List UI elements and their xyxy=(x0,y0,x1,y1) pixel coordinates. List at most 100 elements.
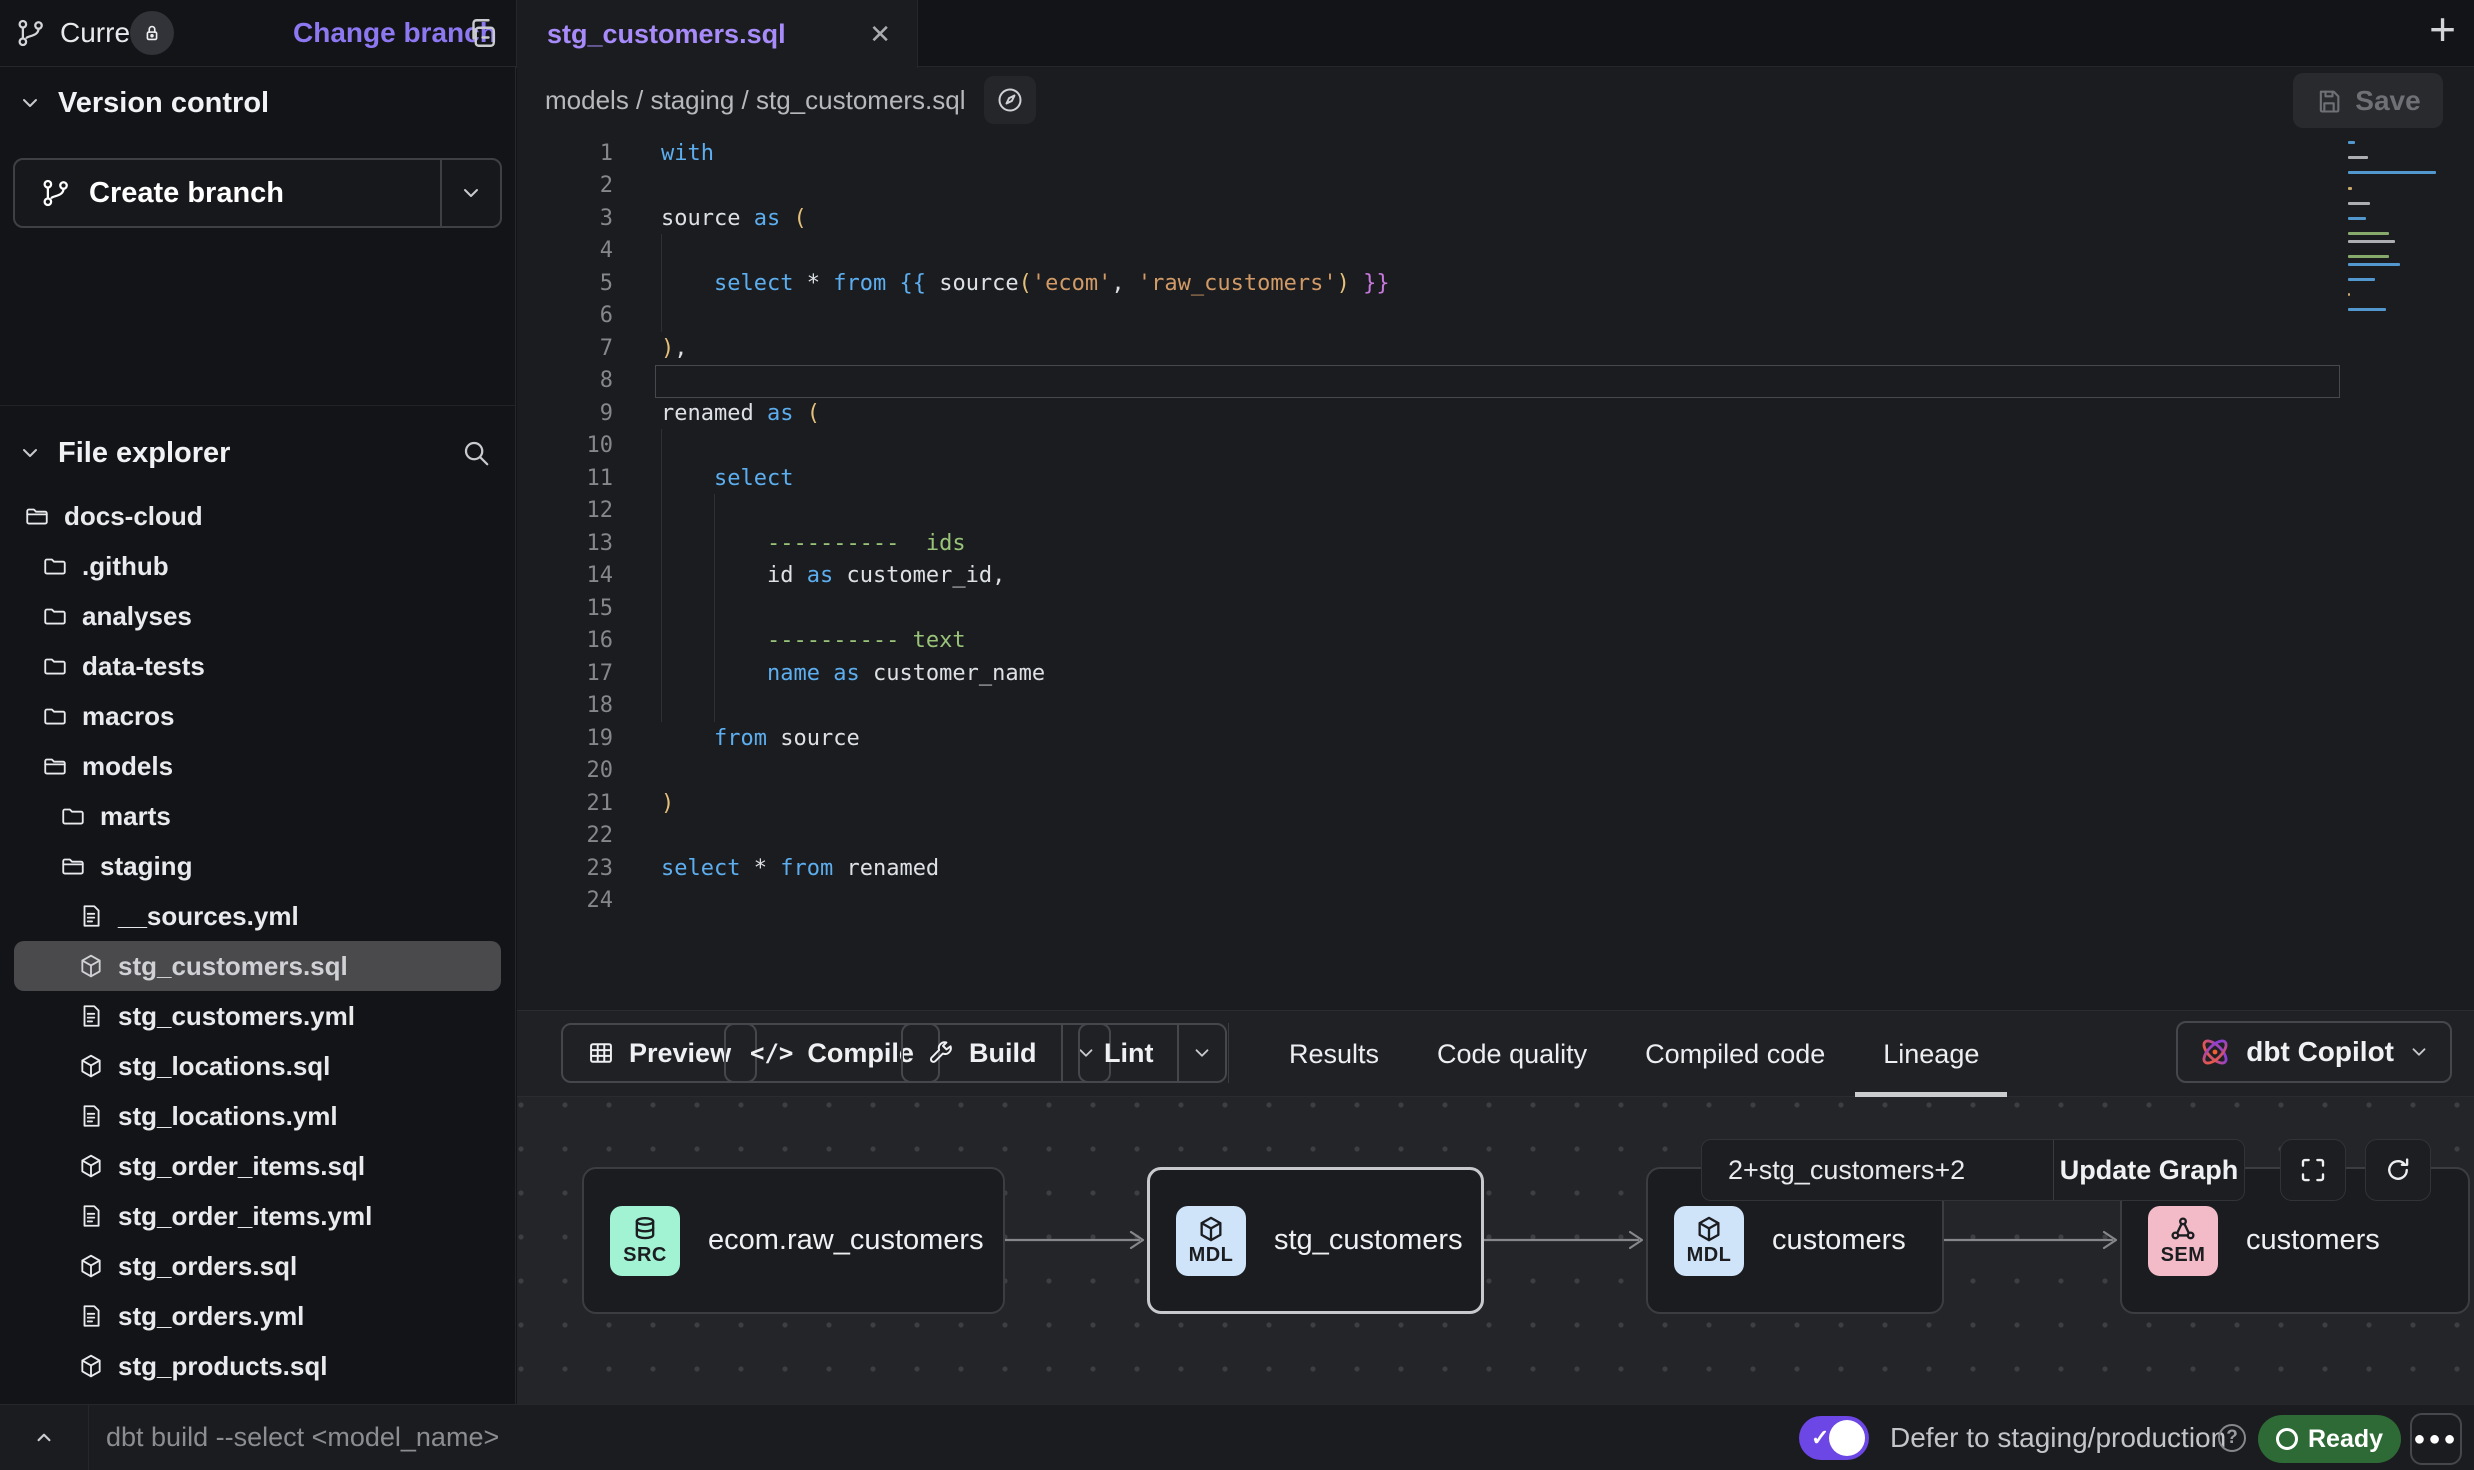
create-branch-dropdown[interactable] xyxy=(440,160,500,226)
file-tree-item-stg_locations.yml[interactable]: stg_locations.yml xyxy=(14,1091,501,1141)
code-line-17[interactable]: 17 name as customer_name xyxy=(517,657,2474,690)
code-line-2[interactable]: 2 xyxy=(517,170,2474,203)
file-tree-item-data-tests[interactable]: data-tests xyxy=(14,641,501,691)
line-content: with xyxy=(661,141,714,166)
new-tab-button[interactable]: + xyxy=(2429,2,2456,56)
lint-dropdown[interactable] xyxy=(1177,1025,1225,1081)
file-tree-item-stg_customers.sql[interactable]: stg_customers.sql xyxy=(14,941,501,991)
dbt-copilot-button[interactable]: dbt Copilot xyxy=(2176,1021,2452,1083)
code-line-6[interactable]: 6 xyxy=(517,300,2474,333)
code-line-7[interactable]: 7), xyxy=(517,332,2474,365)
panel-tab-lineage[interactable]: Lineage xyxy=(1883,1011,1979,1097)
panel-tab-compiled-code[interactable]: Compiled code xyxy=(1645,1011,1825,1097)
code-line-15[interactable]: 15 xyxy=(517,592,2474,625)
file-tree-item-marts[interactable]: marts xyxy=(14,791,501,841)
code-line-24[interactable]: 24 xyxy=(517,885,2474,918)
copy-icon xyxy=(466,15,502,51)
file-tree-item-stg_order_items.sql[interactable]: stg_order_items.sql xyxy=(14,1141,501,1191)
lineage-refresh-button[interactable] xyxy=(2365,1139,2431,1201)
more-options-button[interactable]: ●●● xyxy=(2410,1413,2462,1465)
code-line-20[interactable]: 20 xyxy=(517,755,2474,788)
code-line-11[interactable]: 11 select xyxy=(517,462,2474,495)
code-line-13[interactable]: 13 ---------- ids xyxy=(517,527,2474,560)
minimap[interactable] xyxy=(2348,141,2444,323)
code-line-5[interactable]: 5 select * from {{ source('ecom', 'raw_c… xyxy=(517,267,2474,300)
node-label: customers xyxy=(2246,1224,2380,1257)
breadcrumb-bar: models / staging / stg_customers.sql Sav… xyxy=(517,67,2474,133)
node-type-badge: MDL xyxy=(1176,1206,1246,1276)
lineage-node-stg_customers[interactable]: MDLstg_customers xyxy=(1147,1167,1484,1314)
tab-stg-customers-sql[interactable]: stg_customers.sql ✕ xyxy=(516,0,918,68)
editor-action-bar: Preview </> Compile Build Lint ResultsCo… xyxy=(517,1010,2474,1097)
code-line-23[interactable]: 23select * from renamed xyxy=(517,852,2474,885)
save-button[interactable]: Save xyxy=(2293,73,2443,128)
file-tree-item-models[interactable]: models xyxy=(14,741,501,791)
file-tree-item-stg_order_items.yml[interactable]: stg_order_items.yml xyxy=(14,1191,501,1241)
lint-button[interactable]: Lint xyxy=(1078,1023,1227,1083)
file-tree-item-analyses[interactable]: analyses xyxy=(14,591,501,641)
file-name: analyses xyxy=(82,601,192,632)
version-control-header[interactable]: Version control xyxy=(0,79,515,127)
file-tree-item-stg_customers.yml[interactable]: stg_customers.yml xyxy=(14,991,501,1041)
code-line-9[interactable]: 9renamed as ( xyxy=(517,397,2474,430)
lineage-selector-input[interactable] xyxy=(1702,1140,2053,1200)
file-tree-item-.github[interactable]: .github xyxy=(14,541,501,591)
preview-label: Preview xyxy=(629,1038,731,1069)
tab-close-icon[interactable]: ✕ xyxy=(869,21,891,47)
file-name: stg_orders.sql xyxy=(118,1251,297,1282)
chevron-down-icon xyxy=(18,441,42,465)
file-name: stg_orders.yml xyxy=(118,1301,304,1332)
line-number: 5 xyxy=(517,271,613,296)
current-line-highlight xyxy=(655,365,2340,398)
line-number: 24 xyxy=(517,888,613,913)
expand-command-bar-button[interactable] xyxy=(22,1405,66,1470)
file-tree-item-macros[interactable]: macros xyxy=(14,691,501,741)
code-line-18[interactable]: 18 xyxy=(517,690,2474,723)
status-bar: dbt build --select <model_name> ✓ Defer … xyxy=(0,1404,2474,1470)
file-explorer-header[interactable]: File explorer xyxy=(0,429,515,477)
lineage-node-ecom.raw_customers[interactable]: SRCecom.raw_customers xyxy=(582,1167,1005,1314)
copy-branch-button[interactable] xyxy=(466,15,504,53)
file-tree-item-stg_locations.sql[interactable]: stg_locations.sql xyxy=(14,1041,501,1091)
code-line-21[interactable]: 21) xyxy=(517,787,2474,820)
lineage-search-group: Update Graph xyxy=(1701,1139,2245,1201)
file-tree-item-stg_orders.sql[interactable]: stg_orders.sql xyxy=(14,1241,501,1291)
lock-icon xyxy=(141,22,163,44)
command-input[interactable]: dbt build --select <model_name> xyxy=(106,1405,499,1470)
ready-status-button[interactable]: Ready xyxy=(2258,1415,2401,1463)
file-tree-item-__sources.yml[interactable]: __sources.yml xyxy=(14,891,501,941)
defer-toggle[interactable]: ✓ xyxy=(1799,1416,1869,1460)
help-icon[interactable]: ? xyxy=(2218,1424,2246,1452)
code-editor[interactable]: 1with23source as (45 select * from {{ so… xyxy=(517,133,2474,1010)
file-tree-item-stg_products.sql[interactable]: stg_products.sql xyxy=(14,1341,501,1391)
code-line-1[interactable]: 1with xyxy=(517,137,2474,170)
folder-open-icon xyxy=(42,753,68,779)
line-number: 18 xyxy=(517,693,613,718)
copy-path-button[interactable] xyxy=(984,76,1036,124)
fullscreen-icon xyxy=(2298,1155,2328,1185)
file-name: docs-cloud xyxy=(64,501,203,532)
code-line-12[interactable]: 12 xyxy=(517,495,2474,528)
file-search-button[interactable] xyxy=(461,438,493,470)
file-tree-item-staging[interactable]: staging xyxy=(14,841,501,891)
yaml-file-icon xyxy=(78,1003,104,1029)
code-line-19[interactable]: 19 from source xyxy=(517,722,2474,755)
lineage-fullscreen-button[interactable] xyxy=(2280,1139,2346,1201)
code-line-10[interactable]: 10 xyxy=(517,430,2474,463)
code-line-16[interactable]: 16 ---------- text xyxy=(517,625,2474,658)
create-branch-button[interactable]: Create branch xyxy=(13,158,502,228)
code-line-22[interactable]: 22 xyxy=(517,820,2474,853)
file-tree-item-docs-cloud[interactable]: docs-cloud xyxy=(14,491,501,541)
file-name: __sources.yml xyxy=(118,901,299,932)
update-graph-button[interactable]: Update Graph xyxy=(2053,1140,2244,1200)
line-content: ) xyxy=(661,791,674,816)
line-content: select * from renamed xyxy=(661,856,939,881)
git-branch-icon xyxy=(16,18,46,48)
panel-tab-results[interactable]: Results xyxy=(1289,1011,1379,1097)
code-line-14[interactable]: 14 id as customer_id, xyxy=(517,560,2474,593)
code-line-4[interactable]: 4 xyxy=(517,235,2474,268)
code-line-3[interactable]: 3source as ( xyxy=(517,202,2474,235)
lineage-edge-arrow xyxy=(1005,1226,1147,1259)
panel-tab-code-quality[interactable]: Code quality xyxy=(1437,1011,1587,1097)
file-tree-item-stg_orders.yml[interactable]: stg_orders.yml xyxy=(14,1291,501,1341)
